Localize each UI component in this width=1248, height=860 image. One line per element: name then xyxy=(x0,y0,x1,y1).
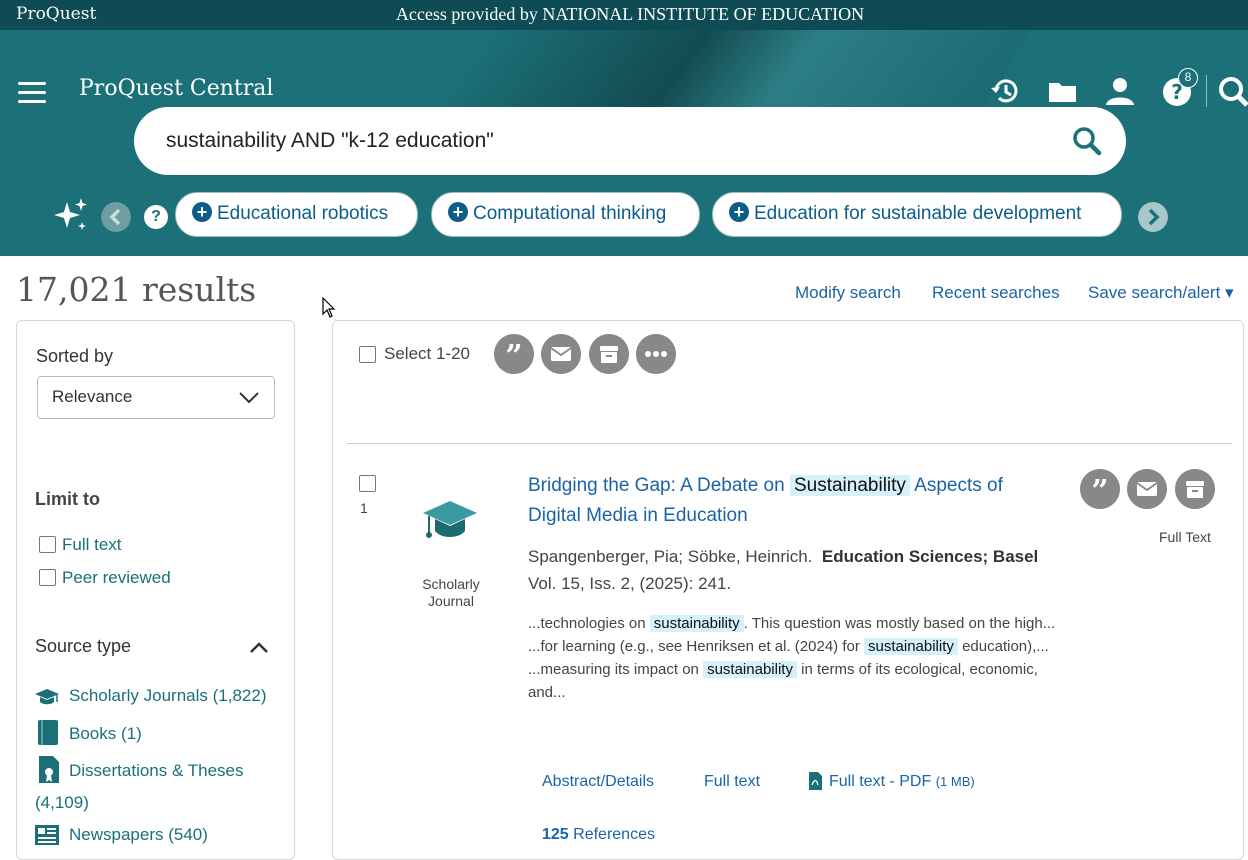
sorted-by-label: Sorted by xyxy=(36,346,114,366)
save-archive-icon[interactable] xyxy=(589,334,629,374)
header-search-icon[interactable] xyxy=(1216,74,1248,108)
plus-icon: + xyxy=(729,202,749,222)
references-link[interactable]: 125 References xyxy=(542,826,655,844)
suggestions-help-icon[interactable]: ? xyxy=(144,205,168,229)
result-citation: Spangenberger, Pia; Söbke, Heinrich. Edu… xyxy=(528,543,1048,597)
chip-label: Educational robotics xyxy=(217,203,389,224)
graduation-cap-icon xyxy=(35,689,59,705)
chip-education-sustainable-development[interactable]: + Education for sustainable development xyxy=(712,192,1122,237)
result-title[interactable]: Bridging the Gap: A Debate on Sustainabi… xyxy=(528,471,1048,531)
item-email-icon[interactable] xyxy=(1127,469,1167,509)
plus-icon: + xyxy=(192,202,212,222)
notification-badge: 8 xyxy=(1178,68,1198,88)
chevron-right-icon[interactable] xyxy=(1138,202,1168,232)
results-panel: Select 1-20 ” 1 Scholarly Journal Bridgi… xyxy=(332,320,1244,860)
certificate-icon xyxy=(39,756,59,783)
item-save-icon[interactable] xyxy=(1175,469,1215,509)
sort-value: Relevance xyxy=(52,387,133,406)
search-icon[interactable] xyxy=(1072,126,1102,156)
abstract-details-link[interactable]: Abstract/Details xyxy=(542,773,654,791)
chip-label: Education for sustainable development xyxy=(754,203,1082,224)
result-journal: Education Sciences; Basel xyxy=(821,547,1039,566)
chip-educational-robotics[interactable]: + Educational robotics xyxy=(175,192,418,237)
peer-reviewed-filter-label[interactable]: Peer reviewed xyxy=(62,568,171,588)
source-type-label: Source type xyxy=(35,636,132,656)
snippet: ...measuring its impact on sustainabilit… xyxy=(528,661,1038,701)
snippet: ...for learning (e.g., see Henriksen et … xyxy=(528,638,1049,655)
document-type-label: Scholarly Journal xyxy=(422,576,480,609)
ai-sparkle-icon xyxy=(54,198,87,230)
recent-searches-link[interactable]: Recent searches xyxy=(932,283,1060,303)
access-bar: ProQuest Access provided by NATIONAL INS… xyxy=(0,0,1248,30)
limit-to-label: Limit to xyxy=(35,489,100,509)
chevron-down-icon xyxy=(239,392,259,404)
folder-icon[interactable] xyxy=(1046,74,1080,108)
full-text-filter-label[interactable]: Full text xyxy=(62,535,122,555)
highlight-term: Sustainability xyxy=(789,475,910,496)
item-cite-icon[interactable]: ” xyxy=(1080,469,1120,509)
toolbar-divider xyxy=(347,443,1232,444)
full-text-pdf-link[interactable]: Full text - PDF (1 MB) xyxy=(829,773,975,791)
header: ProQuest Central ? 8 sustainability AND … xyxy=(0,30,1248,256)
header-divider xyxy=(1206,75,1207,107)
results-count: 17,021 results xyxy=(16,270,257,309)
svg-text:”: ” xyxy=(505,339,522,374)
search-box[interactable]: sustainability AND "k-12 education" xyxy=(134,107,1126,175)
search-query[interactable]: sustainability AND "k-12 education" xyxy=(166,129,494,153)
chevron-left-icon[interactable] xyxy=(101,202,131,232)
pdf-icon xyxy=(809,772,822,790)
full-text-link[interactable]: Full text xyxy=(704,773,760,791)
newspaper-icon xyxy=(35,825,59,845)
history-icon[interactable] xyxy=(988,74,1022,108)
app-title[interactable]: ProQuest Central xyxy=(79,76,273,101)
mouse-cursor-icon xyxy=(322,297,336,318)
full-text-tag: Full Text xyxy=(1159,529,1211,545)
select-all-checkbox[interactable] xyxy=(359,346,376,363)
select-range-label: Select 1-20 xyxy=(384,344,470,363)
more-options-icon[interactable] xyxy=(636,334,676,374)
source-dissertations-theses[interactable]: Dissertations & Theses xyxy=(69,761,243,781)
snippet: ...technologies on sustainability. This … xyxy=(528,615,1056,632)
source-newspapers[interactable]: Newspapers (540) xyxy=(69,825,208,845)
result-number: 1 xyxy=(360,500,368,516)
filter-sidebar: Sorted by Relevance Limit to Full text P… xyxy=(16,320,295,860)
peer-reviewed-checkbox[interactable] xyxy=(39,569,56,586)
book-icon xyxy=(38,720,58,745)
save-search-alert-link[interactable]: Save search/alert ▾ xyxy=(1088,283,1234,303)
chevron-up-icon[interactable] xyxy=(249,640,269,654)
email-icon[interactable] xyxy=(541,334,581,374)
result-volume: Vol. 15, Iss. 2, (2025): 241. xyxy=(528,574,732,593)
access-notice: Access provided by NATIONAL INSTITUTE OF… xyxy=(395,4,865,24)
cite-icon[interactable]: ” xyxy=(494,334,534,374)
user-icon[interactable] xyxy=(1103,74,1137,108)
menu-icon[interactable] xyxy=(18,82,46,104)
modify-search-link[interactable]: Modify search xyxy=(795,283,901,303)
svg-text:”: ” xyxy=(1091,474,1108,509)
source-dissertations-count[interactable]: (4,109) xyxy=(35,793,89,813)
chip-computational-thinking[interactable]: + Computational thinking xyxy=(431,192,700,237)
chip-label: Computational thinking xyxy=(473,203,667,224)
full-text-checkbox[interactable] xyxy=(39,536,56,553)
plus-icon: + xyxy=(448,202,468,222)
source-scholarly-journals[interactable]: Scholarly Journals (1,822) xyxy=(69,686,266,706)
scholarly-journal-icon xyxy=(423,501,477,538)
result-checkbox[interactable] xyxy=(359,475,376,492)
result-snippets: ...technologies on sustainability. This … xyxy=(528,612,1068,704)
sort-select[interactable]: Relevance xyxy=(37,376,275,419)
result-authors: Spangenberger, Pia; Söbke, Heinrich. xyxy=(528,547,813,566)
references-count: 125 xyxy=(542,826,569,843)
source-books[interactable]: Books (1) xyxy=(69,724,142,744)
pdf-size: (1 MB) xyxy=(935,774,975,789)
